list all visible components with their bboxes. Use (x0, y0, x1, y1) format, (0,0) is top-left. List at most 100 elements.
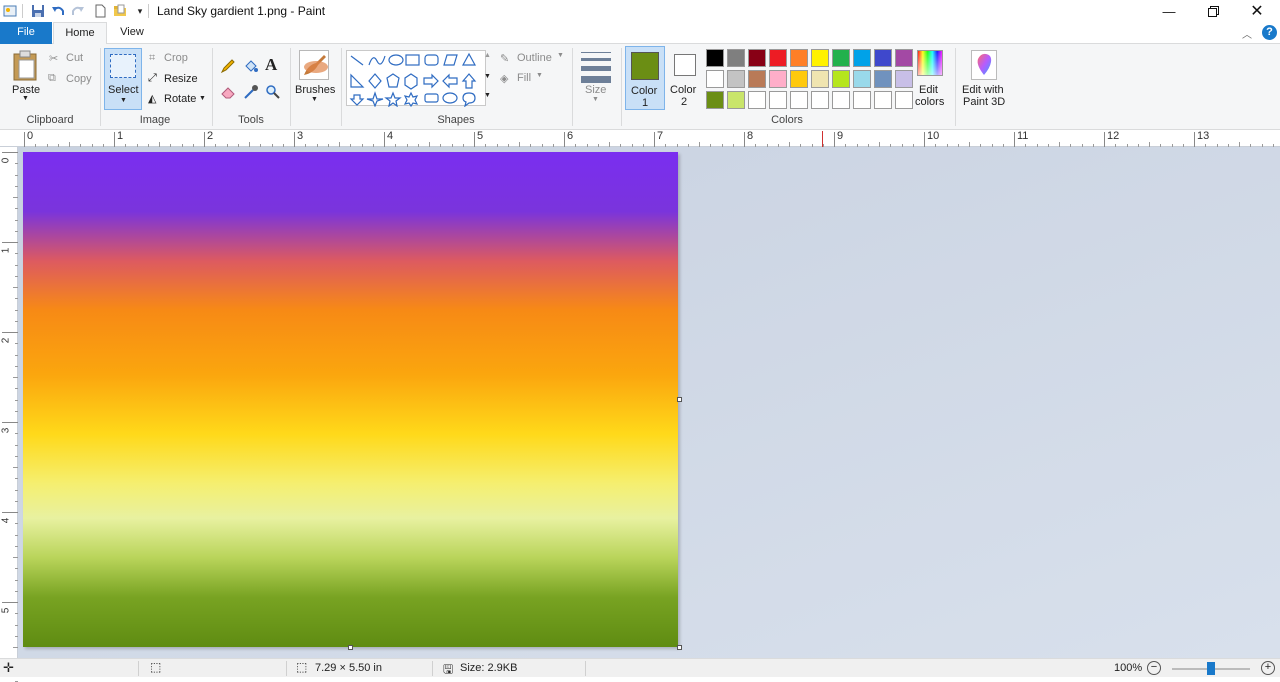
chevron-down-icon: ▼ (199, 95, 206, 102)
rotate-button[interactable]: Rotate (164, 93, 196, 105)
new-icon[interactable] (92, 3, 108, 19)
palette-swatch[interactable] (832, 70, 850, 88)
crop-icon: ⌗ (149, 52, 156, 64)
redo-icon[interactable] (70, 3, 86, 19)
palette-swatch[interactable] (748, 91, 766, 109)
tools-group-label: Tools (238, 114, 264, 126)
palette-swatch[interactable] (832, 49, 850, 67)
collapse-ribbon-icon[interactable]: ︿ (1242, 26, 1252, 41)
palette-swatch[interactable] (727, 70, 745, 88)
close-icon[interactable]: ✕ (1235, 0, 1279, 22)
resize-handle-right[interactable] (677, 397, 682, 402)
color-picker-icon[interactable] (243, 84, 259, 103)
brushes-button[interactable]: Brushes ▼ (294, 50, 335, 110)
palette-swatch[interactable] (769, 91, 787, 109)
palette-swatch[interactable] (895, 70, 913, 88)
palette-swatch[interactable] (874, 91, 892, 109)
chevron-down-icon: ▼ (536, 72, 543, 79)
tab-file[interactable]: File (0, 22, 52, 44)
palette-swatch[interactable] (874, 49, 892, 67)
tab-view[interactable]: View (110, 22, 154, 44)
paste-button[interactable]: Paste ▼ (8, 50, 42, 102)
ruler-label: 1 (0, 247, 12, 254)
ruler-tick (114, 132, 115, 147)
palette-swatch[interactable] (706, 49, 724, 67)
minimize-icon[interactable]: — (1147, 0, 1191, 22)
palette-swatch[interactable] (706, 70, 724, 88)
palette-swatch[interactable] (706, 91, 724, 109)
copy-button[interactable]: Copy (66, 73, 92, 85)
ribbon-tabs: File Home View ︿ ? (0, 22, 1280, 45)
folder-icon[interactable] (112, 3, 128, 19)
tab-home[interactable]: Home (53, 22, 107, 45)
ruler-tick (564, 132, 565, 147)
cut-icon: ✂ (49, 53, 59, 65)
resize-handle-bottom[interactable] (348, 645, 353, 650)
palette-swatch[interactable] (811, 91, 829, 109)
fill-button[interactable]: Fill (517, 72, 531, 84)
edit-colors-button[interactable]: Edit colors (912, 48, 948, 110)
cut-button[interactable]: Cut (66, 52, 83, 64)
shapes-scroll-down-icon[interactable]: ▼ (484, 73, 491, 80)
clipboard-group-label: Clipboard (26, 114, 74, 126)
shapes-scroll-up-icon[interactable]: ▲ (484, 52, 491, 59)
fill-bucket-icon[interactable] (243, 58, 259, 77)
palette-swatch[interactable] (895, 91, 913, 109)
palette-swatch[interactable] (727, 49, 745, 67)
outline-button[interactable]: Outline (517, 52, 552, 64)
palette-swatch[interactable] (853, 91, 871, 109)
select-button[interactable]: Select ▼ (104, 48, 142, 110)
palette-swatch[interactable] (769, 70, 787, 88)
palette-swatch[interactable] (748, 70, 766, 88)
zoom-in-icon[interactable]: + (1261, 661, 1275, 675)
palette-swatch[interactable] (874, 70, 892, 88)
fill-icon: ◈ (500, 73, 509, 85)
chevron-down-icon: ▼ (557, 52, 564, 59)
palette-swatch[interactable] (769, 49, 787, 67)
palette-swatch[interactable] (811, 49, 829, 67)
eraser-icon[interactable] (220, 84, 236, 103)
palette-swatch[interactable] (853, 70, 871, 88)
palette-swatch[interactable] (790, 70, 808, 88)
resize-icon: ⤢ (148, 72, 157, 84)
palette-swatch[interactable] (790, 49, 808, 67)
undo-icon[interactable] (50, 3, 66, 19)
shapes-gallery[interactable] (346, 50, 486, 108)
color2-button[interactable]: Color 2 (668, 46, 702, 110)
palette-swatch[interactable] (748, 49, 766, 67)
ruler-tick (474, 132, 475, 147)
palette-swatch[interactable] (895, 49, 913, 67)
help-icon[interactable]: ? (1262, 25, 1277, 40)
edit-with-paint3d-button[interactable]: Edit with Paint 3D (958, 48, 1010, 110)
shapes-more-icon[interactable]: ▼ (484, 92, 491, 99)
color1-button[interactable]: Color 1 (625, 46, 665, 110)
canvas-workspace[interactable] (18, 147, 1280, 658)
paint-app-icon[interactable] (2, 3, 18, 19)
save-icon[interactable] (30, 3, 46, 19)
magnifier-icon[interactable] (265, 84, 281, 103)
ruler-label: 8 (747, 130, 754, 142)
palette-swatch[interactable] (811, 70, 829, 88)
ruler-label: 1 (117, 130, 124, 142)
image-canvas[interactable] (23, 152, 678, 647)
pencil-icon[interactable] (220, 58, 236, 77)
ruler-label: 5 (477, 130, 484, 142)
crop-button[interactable]: Crop (164, 52, 188, 64)
size-button[interactable]: Size ▼ (578, 50, 614, 110)
title-bar: ▾ Land Sky gardient 1.png - Paint — ✕ (0, 0, 1280, 22)
palette-swatch[interactable] (727, 91, 745, 109)
palette-swatch[interactable] (832, 91, 850, 109)
shapes-group-label: Shapes (437, 114, 475, 126)
qa-dropdown-icon[interactable]: ▾ (132, 3, 148, 19)
text-tool-icon[interactable]: A (265, 55, 277, 75)
zoom-slider-thumb[interactable] (1207, 662, 1215, 675)
palette-swatch[interactable] (853, 49, 871, 67)
zoom-out-icon[interactable]: − (1147, 661, 1161, 675)
restore-icon[interactable] (1191, 0, 1235, 22)
vertical-ruler: 0 1 2 3 4 5 (0, 147, 18, 682)
resize-button[interactable]: Resize (164, 73, 198, 85)
horizontal-ruler: 0 1 2 3 4 5 6 7 8 9 10 11 12 13 (0, 130, 1280, 147)
palette-swatch[interactable] (790, 91, 808, 109)
ruler-tick (1014, 132, 1015, 147)
resize-handle-corner[interactable] (677, 645, 682, 650)
